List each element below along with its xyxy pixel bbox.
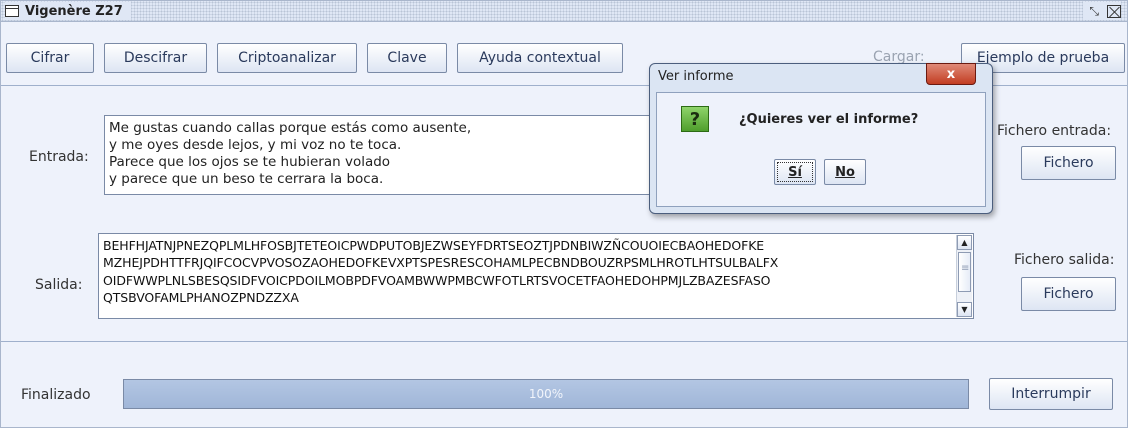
title-wrap: Vigenère Z27 [5,2,131,20]
dialog-close-button[interactable]: x [926,63,976,85]
no-button[interactable]: No [824,159,866,185]
close-window-icon[interactable] [1107,4,1121,18]
progress-text: 100% [528,387,564,401]
status-label: Finalizado [21,387,91,403]
dialog-body: ? ¿Quieres ver el informe? Sí No [656,92,986,207]
yes-button[interactable]: Sí [774,159,816,185]
entrada-label: Entrada: [29,149,89,165]
criptoanalizar-button[interactable]: Criptoanalizar [217,43,357,73]
ver-informe-dialog: Ver informe x ? ¿Quieres ver el informe?… [649,63,993,214]
ayuda-contextual-button[interactable]: Ayuda contextual [457,43,623,73]
scroll-down-icon[interactable]: ▼ [957,302,972,317]
cifrar-button[interactable]: Cifrar [6,43,94,73]
interrumpir-button[interactable]: Interrumpir [989,378,1113,410]
status-separator [1,341,1127,342]
salida-scrollbar[interactable]: ▲ ▼ [956,235,972,317]
title-bar[interactable]: Vigenère Z27 ⤡ [1,1,1127,22]
descifrar-button[interactable]: Descifrar [104,43,207,73]
scroll-thumb[interactable] [958,252,971,292]
window-title: Vigenère Z27 [25,3,123,19]
restore-icon[interactable]: ⤡ [1089,3,1099,19]
salida-text: BEHFHJATNJPNEZQPLMLHFOSBJTETEOICPWDPUTOB… [103,238,779,305]
window-icon [5,5,19,17]
fichero-salida-label: Fichero salida: [1014,252,1115,268]
entrada-textarea[interactable]: Me gustas cuando callas porque estás com… [104,115,664,195]
fichero-salida-button[interactable]: Fichero [1021,277,1116,311]
question-icon: ? [681,106,709,132]
clave-button[interactable]: Clave [367,43,447,73]
dialog-question: ¿Quieres ver el informe? [739,112,919,127]
entrada-text: Me gustas cuando callas porque estás com… [109,120,472,187]
dialog-title: Ver informe [658,69,734,84]
salida-label: Salida: [35,277,83,293]
app-window: Vigenère Z27 ⤡ Cifrar Descifrar Criptoan… [0,0,1128,428]
fichero-entrada-button[interactable]: Fichero [1021,146,1116,180]
fichero-entrada-label: Fichero entrada: [997,123,1112,139]
progress-bar: 100% [123,379,969,409]
salida-textarea[interactable]: BEHFHJATNJPNEZQPLMLHFOSBJTETEOICPWDPUTOB… [98,233,974,319]
scroll-up-icon[interactable]: ▲ [957,235,972,250]
window-controls: ⤡ [1083,2,1121,20]
